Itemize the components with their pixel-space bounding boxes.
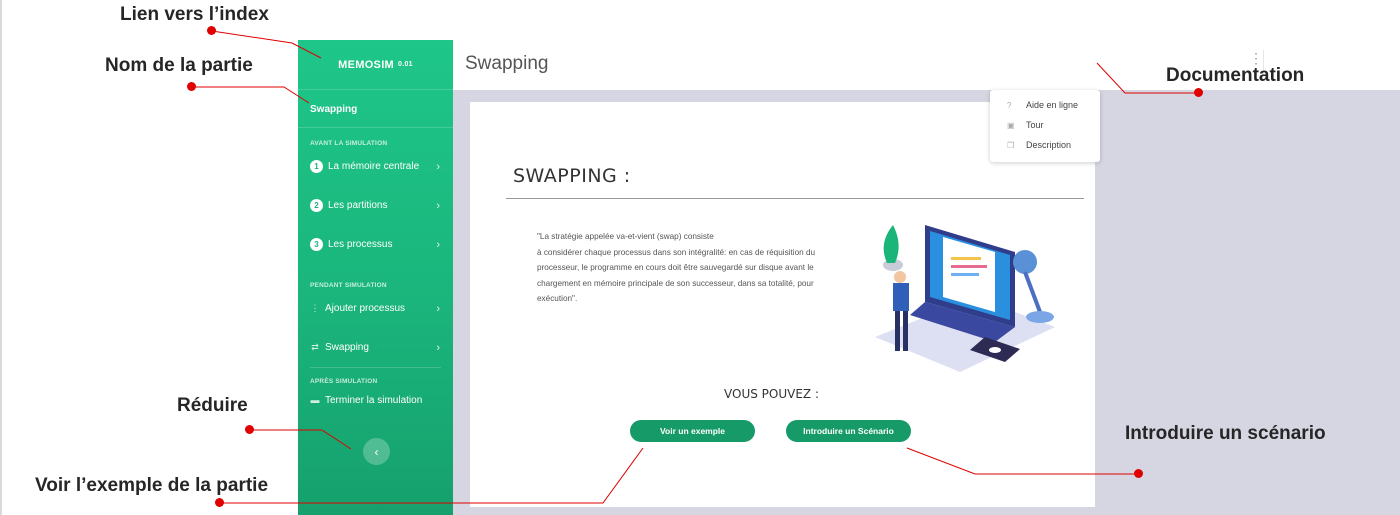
copy-icon: ❐ — [1007, 140, 1015, 150]
divider — [310, 367, 441, 368]
page-title: Swapping — [465, 53, 549, 74]
page-border — [0, 0, 2, 515]
chevron-right-icon: › — [436, 341, 440, 354]
collapse-button[interactable]: ‹ — [363, 438, 390, 465]
sidebar-item-label: Swapping — [325, 342, 369, 353]
annotation-example: Voir l’exemple de la partie — [35, 475, 269, 496]
annotation-part-name: Nom de la partie — [105, 55, 253, 76]
sidebar-item-partitions[interactable]: 2 Les partitions › — [298, 186, 453, 225]
step-number: 1 — [310, 160, 323, 173]
documentation-menu: ? Aide en ligne ▣ Tour ❐ Description — [990, 90, 1100, 162]
chevron-right-icon: › — [436, 199, 440, 212]
sidebar-item-label: La mémoire centrale — [328, 161, 420, 172]
quote-line: chargement en mémoire principale de son … — [537, 278, 814, 288]
section-during: PENDANT SIMULATION — [310, 282, 387, 289]
sidebar-item-label: Les partitions — [328, 200, 388, 211]
quote-line: "La stratégie appelée va-et-vient (swap)… — [537, 232, 714, 241]
sidebar-item-label: Terminer la simulation — [325, 394, 423, 406]
section-after: APRÈS SIMULATION — [310, 378, 378, 385]
annotation-collapse: Réduire — [177, 395, 248, 416]
menu-item-description[interactable]: ❐ Description — [990, 135, 1100, 155]
chevron-right-icon: › — [436, 238, 440, 251]
quote-line: exécution". — [537, 294, 578, 303]
chevron-right-icon: › — [436, 302, 440, 315]
content-card: SWAPPING : "La stratégie appelée va-et-v… — [470, 102, 1095, 507]
heading-rule — [506, 198, 1084, 199]
sidebar-item-label: Les processus — [328, 239, 393, 250]
annotation-index-link: Lien vers l’index — [120, 4, 269, 25]
menu-item-label: Tour — [1026, 120, 1044, 130]
sidebar-item-swapping[interactable]: ⇄ Swapping › — [298, 328, 453, 367]
sidebar-item-memoire[interactable]: 1 La mémoire centrale › — [298, 147, 453, 186]
annotation-dot — [1194, 88, 1203, 97]
brand-name: MEMOSIM — [338, 58, 395, 71]
annotation-dot — [207, 26, 216, 35]
brand-version: 0.01 — [398, 61, 413, 68]
part-name: Swapping — [298, 90, 453, 128]
menu-item-tour[interactable]: ▣ Tour — [990, 115, 1100, 135]
swap-icon: ⇄ — [311, 342, 319, 352]
menu-item-aide[interactable]: ? Aide en ligne — [990, 95, 1100, 115]
annotation-documentation: Documentation — [1166, 65, 1305, 86]
sidebar-item-processus[interactable]: 3 Les processus › — [298, 225, 453, 264]
annotation-dot — [187, 82, 196, 91]
annotation-dot — [1134, 469, 1143, 478]
step-number: 3 — [310, 238, 323, 251]
sidebar-item-label: Ajouter processus — [325, 303, 406, 314]
introduire-scenario-button[interactable]: Introduire un Scénario — [786, 420, 911, 442]
sidebar: MEMOSIM 0.01 Swapping AVANT LA SIMULATION… — [298, 40, 453, 515]
definition-quote: "La stratégie appelée va-et-vient (swap)… — [537, 229, 867, 307]
annotation-dot — [245, 425, 254, 434]
film-icon: ▣ — [1007, 120, 1015, 130]
section-heading: SWAPPING : — [513, 165, 631, 187]
vertical-dots-icon: ⋮ — [310, 303, 320, 313]
illustration-laptop — [875, 225, 1055, 372]
sidebar-item-terminer[interactable]: ▬ Terminer la simulation — [298, 385, 453, 415]
voir-exemple-button[interactable]: Voir un exemple — [630, 420, 755, 442]
section-before: AVANT LA SIMULATION — [310, 140, 388, 147]
menu-item-label: Description — [1026, 140, 1072, 150]
chevron-right-icon: › — [436, 160, 440, 173]
vous-pouvez-heading: VOUS POUVEZ : — [724, 387, 819, 401]
step-number: 2 — [310, 199, 323, 212]
quote-line: processeur, le programme en cours doit ê… — [537, 263, 814, 272]
menu-item-label: Aide en ligne — [1026, 100, 1079, 110]
help-icon: ? — [1007, 100, 1012, 110]
quote-line: à considérer chaque processus dans son i… — [537, 247, 816, 257]
annotation-scenario: Introduire un scénario — [1125, 423, 1326, 444]
sidebar-item-ajouter[interactable]: ⋮ Ajouter processus › — [298, 289, 453, 328]
brand-link[interactable]: MEMOSIM 0.01 — [298, 40, 453, 90]
annotation-dot — [215, 498, 224, 507]
chevron-left-icon: ‹ — [374, 444, 379, 459]
flag-icon: ▬ — [310, 395, 320, 405]
